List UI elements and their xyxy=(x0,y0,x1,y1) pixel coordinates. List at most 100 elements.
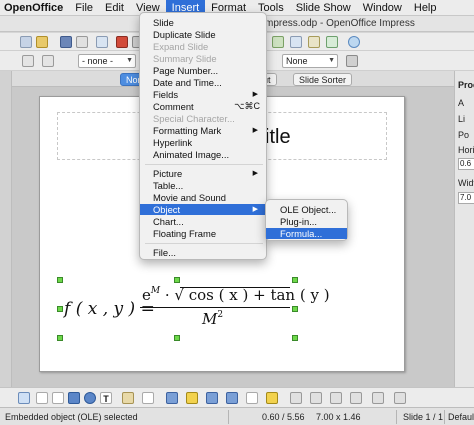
open-icon[interactable] xyxy=(36,36,48,48)
menu-window[interactable]: Window xyxy=(357,0,408,16)
gallery-icon[interactable] xyxy=(372,392,384,404)
panel-section-character[interactable]: A xyxy=(458,98,464,108)
connector-icon[interactable] xyxy=(142,392,154,404)
title-text: itle xyxy=(265,126,291,148)
edit-file-icon[interactable] xyxy=(96,36,108,48)
fontwork-icon[interactable] xyxy=(330,392,342,404)
menu-item-page-number[interactable]: Page Number... xyxy=(140,65,266,76)
email-icon[interactable] xyxy=(76,36,88,48)
menu-item-animated-image[interactable]: Animated Image... xyxy=(140,149,266,160)
panel-horizontal-label: Horiz xyxy=(458,145,474,155)
properties-panel: Proc A Li Po Horiz 0.6 Widt 7.0 xyxy=(454,71,474,387)
menu-item-fields-label: Fields xyxy=(153,89,179,100)
stars-icon[interactable] xyxy=(266,392,278,404)
status-divider xyxy=(444,410,445,424)
menu-item-picture[interactable]: Picture ▶ xyxy=(140,168,266,179)
menu-item-file[interactable]: File... xyxy=(140,247,266,258)
arrow-tool-icon[interactable] xyxy=(52,392,64,404)
flowchart-icon[interactable] xyxy=(226,392,238,404)
shadow-icon[interactable] xyxy=(346,55,358,67)
menu-item-date-time[interactable]: Date and Time... xyxy=(140,77,266,88)
block-arrows-icon[interactable] xyxy=(206,392,218,404)
formula-fraction-bar xyxy=(140,307,290,308)
menu-item-formatting-mark[interactable]: Formatting Mark ▶ xyxy=(140,125,266,136)
menu-openoffice[interactable]: OpenOffice xyxy=(0,0,69,16)
line-icon[interactable] xyxy=(42,55,54,67)
selection-handle[interactable] xyxy=(292,335,298,341)
menu-item-fields[interactable]: Fields ▶ xyxy=(140,89,266,100)
menu-item-slide[interactable]: Slide xyxy=(140,17,266,28)
symbol-shapes-icon[interactable] xyxy=(186,392,198,404)
image-icon[interactable] xyxy=(308,36,320,48)
menu-item-formula[interactable]: Formula... xyxy=(266,228,347,239)
object-submenu: OLE Object... Plug-in... Formula... xyxy=(265,199,348,241)
menu-item-plugin[interactable]: Plug-in... xyxy=(266,216,347,227)
panel-width-label: Widt xyxy=(458,178,474,188)
panel-section-line[interactable]: Li xyxy=(458,114,465,124)
menu-item-picture-label: Picture xyxy=(153,168,183,179)
menu-edit[interactable]: Edit xyxy=(99,0,130,16)
basic-shapes-icon[interactable] xyxy=(166,392,178,404)
panel-width-field[interactable]: 7.0 xyxy=(458,192,474,204)
menu-item-movie-sound[interactable]: Movie and Sound xyxy=(140,192,266,203)
comment-shortcut: ⌥⌘C xyxy=(234,101,260,111)
selection-handle[interactable] xyxy=(57,277,63,283)
menu-item-table[interactable]: Table... xyxy=(140,180,266,191)
statusbar: Embedded object (OLE) selected 0.60 / 5.… xyxy=(0,407,474,425)
glue-points-icon[interactable] xyxy=(310,392,322,404)
table-icon[interactable] xyxy=(290,36,302,48)
menu-item-duplicate-slide[interactable]: Duplicate Slide xyxy=(140,29,266,40)
selection-handle[interactable] xyxy=(174,277,180,283)
menu-item-summary-slide: Summary Slide xyxy=(153,53,217,64)
selection-handle[interactable] xyxy=(57,306,63,312)
window-title: mpress.odp - OpenOffice Impress xyxy=(265,18,415,29)
style-select[interactable]: - none - ▼ xyxy=(78,54,136,68)
new-icon[interactable] xyxy=(20,36,32,48)
ellipse-icon[interactable] xyxy=(84,392,96,404)
selection-handle[interactable] xyxy=(292,277,298,283)
panel-horizontal-field[interactable]: 0.6 xyxy=(458,158,474,170)
status-layout: Default xyxy=(448,412,474,422)
callouts-icon[interactable] xyxy=(246,392,258,404)
panel-section-position[interactable]: Po xyxy=(458,130,469,140)
menu-item-hyperlink[interactable]: Hyperlink xyxy=(140,137,266,148)
line-tool-icon[interactable] xyxy=(36,392,48,404)
formula-object[interactable]: f ( x , y ) = eM · √ cos ( x ) + tan ( y… xyxy=(57,277,330,341)
menu-help[interactable]: Help xyxy=(408,0,443,16)
extrusion-icon[interactable] xyxy=(394,392,406,404)
menu-item-ole-object[interactable]: OLE Object... xyxy=(266,204,347,215)
select-arrow-icon[interactable] xyxy=(18,392,30,404)
points-icon[interactable] xyxy=(290,392,302,404)
help-icon[interactable] xyxy=(348,36,360,48)
save-icon[interactable] xyxy=(60,36,72,48)
menu-slide-show[interactable]: Slide Show xyxy=(290,0,357,16)
menu-item-comment[interactable]: Comment ⌥⌘C xyxy=(140,101,266,112)
menu-item-object[interactable]: Object ▶ xyxy=(140,204,266,215)
tab-slide-sorter[interactable]: Slide Sorter xyxy=(293,73,353,86)
status-size: 7.00 x 1.46 xyxy=(316,412,361,422)
chart-icon[interactable] xyxy=(272,36,284,48)
menu-item-comment-label: Comment xyxy=(153,101,194,112)
menu-item-chart[interactable]: Chart... xyxy=(140,216,266,227)
from-file-icon[interactable] xyxy=(350,392,362,404)
menu-item-object-label: Object xyxy=(153,204,181,215)
formula-den-exp: 2 xyxy=(217,310,224,320)
formula-display: f ( x , y ) = eM · √ cos ( x ) + tan ( y… xyxy=(64,286,330,334)
text-tool-icon[interactable]: T xyxy=(100,392,112,404)
formula-den-base: M xyxy=(202,310,218,328)
curve-icon[interactable] xyxy=(122,392,134,404)
formula-num-rest: · √ cos ( x ) + tan ( y ) xyxy=(164,286,330,304)
selection-handle[interactable] xyxy=(174,335,180,341)
menu-file[interactable]: File xyxy=(69,0,99,16)
formula-num-exp: M xyxy=(150,286,161,296)
menu-item-floating-frame[interactable]: Floating Frame xyxy=(140,228,266,239)
export-pdf-icon[interactable] xyxy=(116,36,128,48)
style-icon[interactable] xyxy=(22,55,34,67)
menu-separator xyxy=(145,164,263,165)
navigator-icon[interactable] xyxy=(326,36,338,48)
menu-separator xyxy=(145,243,263,244)
selection-handle[interactable] xyxy=(57,335,63,341)
rectangle-icon[interactable] xyxy=(68,392,80,404)
area-style-select[interactable]: None ▼ xyxy=(282,54,338,68)
status-slide: Slide 1 / 1 xyxy=(403,412,444,422)
